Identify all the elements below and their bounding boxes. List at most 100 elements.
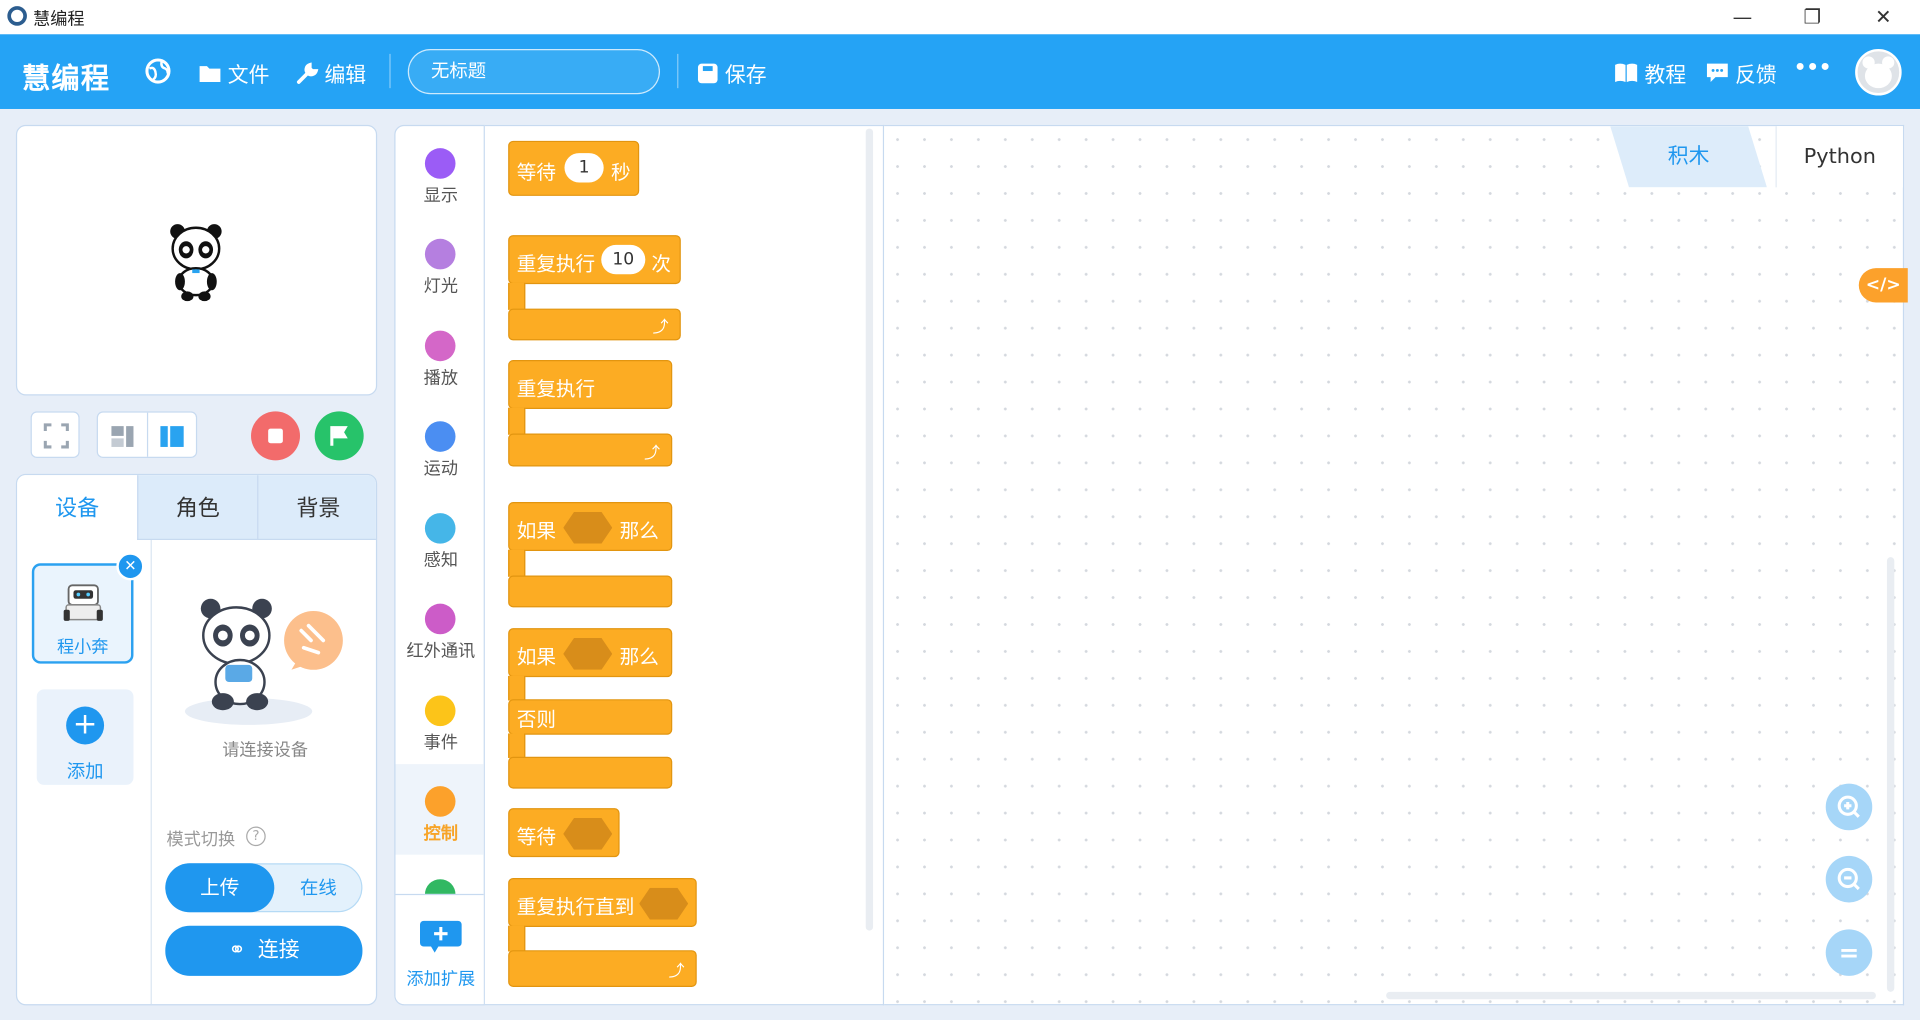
language-button[interactable]	[144, 58, 171, 85]
stage-canvas[interactable]	[15, 124, 378, 396]
block-c-foot	[508, 756, 673, 789]
zoom-in-button[interactable]	[1825, 783, 1873, 831]
block-forever[interactable]: 重复执行	[508, 360, 673, 409]
category-dot-icon	[424, 513, 456, 544]
connect-button[interactable]: ⚭ 连接	[165, 925, 363, 976]
block-if-then[interactable]: 如果 那么	[508, 502, 673, 552]
close-button[interactable]: ✕	[1870, 4, 1897, 31]
zoom-out-button[interactable]	[1825, 855, 1873, 903]
block-boolean-slot[interactable]	[563, 637, 613, 670]
block-c-arm	[508, 733, 526, 758]
tab-python[interactable]: Python	[1775, 126, 1903, 188]
category-sound[interactable]: 播放	[396, 309, 484, 400]
connect-hint: 请连接设备	[222, 740, 308, 761]
category-motion[interactable]: 运动	[396, 399, 484, 490]
script-workspace[interactable]: 积木 Python </> =	[884, 124, 1908, 1006]
small-stage-layout-icon[interactable]	[98, 413, 147, 460]
workspace-vertical-scrollbar[interactable]	[1886, 557, 1895, 992]
mode-label: 模式切换	[166, 830, 236, 850]
project-title-input[interactable]: 无标题	[407, 48, 661, 95]
block-boolean-slot[interactable]	[563, 817, 613, 850]
category-events[interactable]: 事件	[396, 673, 484, 764]
zoom-reset-button[interactable]: =	[1825, 929, 1873, 976]
file-menu[interactable]: 文件	[198, 58, 270, 89]
code-toggle-button[interactable]: </>	[1858, 268, 1908, 303]
block-if-then-else[interactable]: 如果 那么	[508, 628, 673, 678]
workspace-horizontal-scrollbar[interactable]	[1386, 991, 1876, 1000]
edit-menu[interactable]: 编辑	[296, 58, 366, 88]
palette-scrollbar[interactable]	[865, 128, 874, 931]
category-sensing[interactable]: 感知	[396, 491, 484, 582]
mode-upload-button[interactable]: 上传	[165, 863, 275, 913]
category-label: 显示	[423, 186, 458, 206]
block-text: 否则	[516, 707, 556, 732]
block-text: 重复执行直到	[516, 895, 635, 919]
connect-label: 连接	[257, 937, 300, 963]
panda-sprite[interactable]	[168, 220, 224, 302]
category-control[interactable]: 控制	[395, 764, 484, 855]
robot-icon	[63, 584, 103, 621]
menu-divider	[677, 53, 679, 89]
block-wait-seconds[interactable]: 等待 1 秒	[508, 140, 640, 196]
tab-sprites[interactable]: 角色	[137, 475, 258, 541]
block-repeat-times[interactable]: 重复执行 10 次	[508, 235, 681, 285]
save-button[interactable]: 保存	[697, 58, 767, 88]
mode-online-button[interactable]: 在线	[274, 864, 362, 911]
block-boolean-slot[interactable]	[639, 887, 689, 920]
zoom-out-icon	[1837, 867, 1860, 891]
tab-devices[interactable]: 设备	[17, 475, 138, 541]
block-text: 秒	[611, 160, 631, 184]
category-dot-icon	[424, 330, 456, 362]
help-icon[interactable]: ?	[246, 826, 266, 847]
category-infrared[interactable]: 红外通讯	[396, 582, 484, 673]
category-label: 控制	[423, 824, 458, 844]
feedback-label: 反馈	[1735, 63, 1777, 89]
category-dot-icon	[424, 238, 456, 270]
menu-divider	[389, 53, 391, 89]
wrench-icon	[296, 61, 319, 84]
large-stage-layout-icon[interactable]	[148, 413, 197, 460]
category-dot-icon	[424, 421, 456, 452]
mode-switch: 上传 在线	[165, 863, 363, 913]
device-card[interactable]: 程小奔	[31, 563, 134, 664]
block-number-input[interactable]: 1	[564, 153, 604, 183]
feedback-button[interactable]: 反馈	[1706, 58, 1777, 89]
block-c-arm	[508, 282, 526, 310]
block-number-input[interactable]: 10	[601, 244, 646, 275]
window-titlebar: 慧编程 — ❐ ✕	[0, 0, 1920, 35]
restore-button[interactable]: ❐	[1799, 4, 1826, 31]
category-label: 运动	[423, 459, 458, 479]
fullscreen-button[interactable]	[30, 411, 80, 458]
add-extension-button[interactable]: 添加扩展	[395, 893, 484, 1005]
zoom-in-icon	[1837, 795, 1860, 818]
menubar: 慧编程 文件 编辑 无标题 保存 教程 反馈 •••	[0, 34, 1920, 109]
minimize-button[interactable]: —	[1729, 4, 1756, 31]
folder-icon	[199, 65, 221, 82]
stop-button[interactable]	[251, 411, 301, 461]
app-logo-icon	[7, 6, 27, 26]
file-menu-label: 文件	[227, 63, 270, 89]
go-button[interactable]	[314, 411, 364, 461]
remove-device-button[interactable]: ✕	[116, 552, 145, 581]
block-text: 如果	[516, 645, 556, 669]
add-extension-icon	[420, 920, 462, 953]
category-label: 播放	[423, 368, 458, 389]
book-icon	[1615, 63, 1638, 83]
block-wait-until[interactable]: 等待	[508, 808, 620, 858]
tutorial-button[interactable]: 教程	[1614, 58, 1686, 88]
block-text: 等待	[516, 160, 556, 184]
add-extension-label: 添加扩展	[406, 969, 476, 990]
tab-backdrops[interactable]: 背景	[257, 475, 376, 541]
block-boolean-slot[interactable]	[563, 511, 613, 544]
window-title: 慧编程	[33, 9, 85, 30]
more-button[interactable]: •••	[1794, 55, 1832, 78]
category-display[interactable]: 显示	[396, 126, 484, 217]
category-lights[interactable]: 灯光	[396, 217, 484, 308]
block-palette: 等待 1 秒 重复执行 10 次 ⤴ 重复执行 ⤴ 如果 那么 如果 那么 否则…	[484, 124, 885, 1006]
block-repeat-until[interactable]: 重复执行直到	[508, 877, 697, 927]
block-c-foot	[508, 575, 673, 608]
tab-blocks[interactable]: 积木	[1610, 126, 1767, 188]
add-device-button[interactable]: + 添加	[36, 689, 134, 785]
block-c-foot: ⤴	[508, 950, 697, 987]
user-avatar[interactable]	[1855, 48, 1902, 96]
